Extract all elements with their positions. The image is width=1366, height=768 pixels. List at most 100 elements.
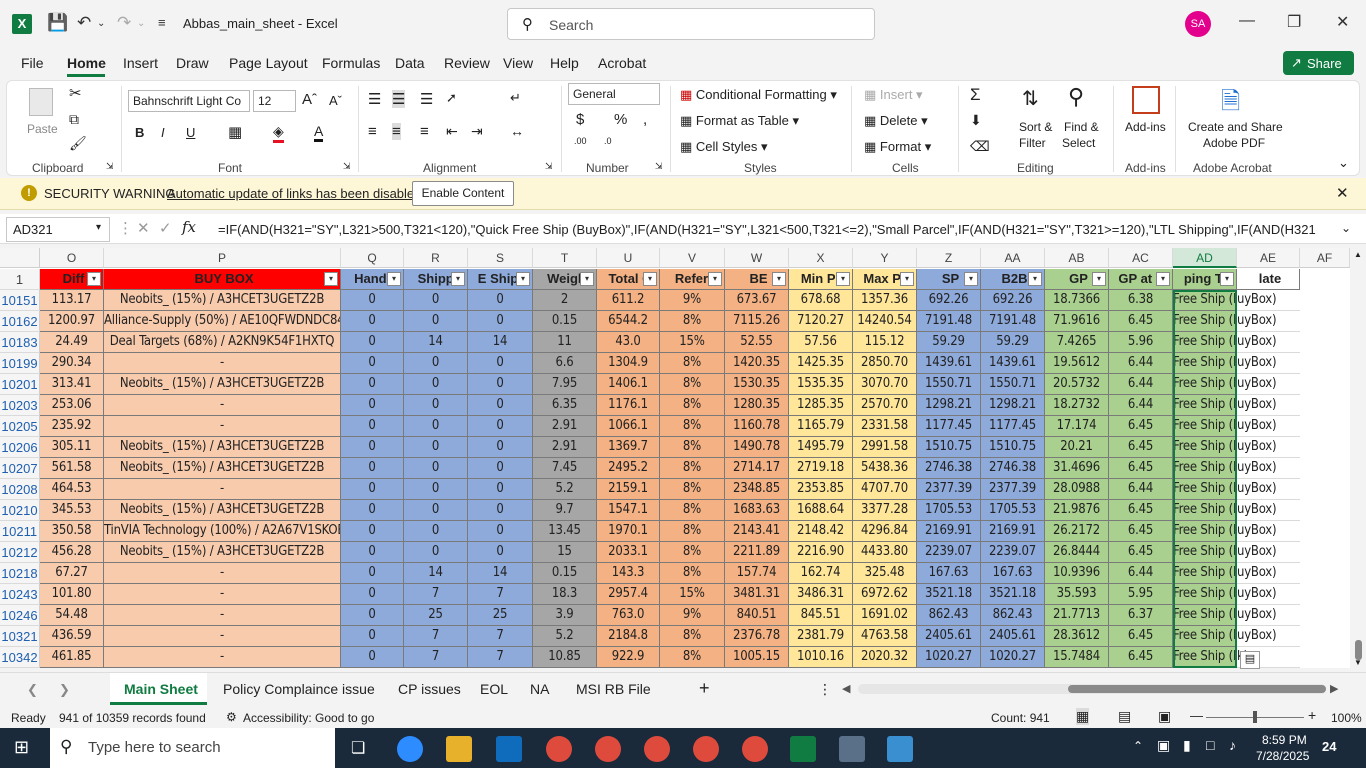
table-cell[interactable]: 0 (404, 374, 468, 395)
table-cell[interactable]: 28.3612 (1045, 626, 1109, 647)
fill-icon[interactable]: ⬇ (970, 112, 982, 129)
column-header-x[interactable]: X (789, 248, 853, 268)
share-button[interactable]: ↗ Share (1283, 51, 1354, 75)
table-cell[interactable]: 14 (468, 563, 533, 584)
table-cell[interactable]: 157.74 (725, 563, 789, 584)
table-cell[interactable]: 15% (660, 584, 725, 605)
table-cell[interactable]: 2143.41 (725, 521, 789, 542)
table-cell[interactable]: 1550.71 (981, 374, 1045, 395)
table-cell[interactable]: 840.51 (725, 605, 789, 626)
table-cell[interactable]: 0 (468, 458, 533, 479)
sheet-tab-main-sheet[interactable]: Main Sheet (124, 681, 198, 697)
table-cell[interactable]: 59.29 (981, 332, 1045, 353)
sheet-tab-na[interactable]: NA (530, 681, 549, 697)
hscroll-right-icon[interactable]: ▶ (1330, 682, 1338, 695)
formula-input[interactable]: =IF(AND(H321="SY",L321>500,T321<120),"Qu… (218, 222, 1330, 237)
table-cell[interactable]: 1066.1 (597, 416, 660, 437)
table-cell[interactable]: Free Ship (B (1173, 542, 1237, 563)
table-cell[interactable]: 0 (404, 437, 468, 458)
table-cell[interactable]: 0 (341, 563, 404, 584)
table-cell[interactable]: 18.7366 (1045, 290, 1109, 311)
scroll-up-icon[interactable]: ▲ (1354, 250, 1362, 259)
table-cell[interactable]: 2381.79 (789, 626, 853, 647)
table-cell[interactable]: 2376.78 (725, 626, 789, 647)
table-cell[interactable]: 6.44 (1109, 395, 1173, 416)
table-cell[interactable]: 325.48 (853, 563, 917, 584)
prev-sheet-icon[interactable]: ❮ (27, 682, 38, 698)
tab-insert[interactable]: Insert (123, 55, 158, 71)
clear-icon[interactable]: ⌫ (970, 138, 990, 155)
column-header-s[interactable]: S (468, 248, 533, 268)
save-icon[interactable]: 💾 (47, 13, 68, 33)
table-cell[interactable]: 0 (468, 311, 533, 332)
table-cell[interactable]: uyBox) (1237, 584, 1300, 605)
table-cell[interactable]: 5.96 (1109, 332, 1173, 353)
tab-review[interactable]: Review (444, 55, 490, 71)
collapse-ribbon-icon[interactable]: ⌄ (1338, 155, 1349, 171)
table-cell[interactable]: 6.37 (1109, 605, 1173, 626)
table-cell[interactable]: Free Ship (B (1173, 500, 1237, 521)
table-cell[interactable]: 15 (533, 542, 597, 563)
chrome-icon-3[interactable] (644, 736, 670, 762)
table-cell[interactable]: 1304.9 (597, 353, 660, 374)
insert-function-icon[interactable]: fx (182, 218, 196, 236)
chrome-icon-4[interactable] (693, 736, 719, 762)
tab-page-layout[interactable]: Page Layout (229, 55, 308, 71)
table-cell[interactable]: 461.85 (40, 647, 104, 668)
table-cell[interactable]: 1535.35 (789, 374, 853, 395)
row-header[interactable]: 10207 (0, 458, 40, 479)
table-cell[interactable]: 0 (404, 353, 468, 374)
align-center-icon[interactable]: ≡ (392, 123, 401, 140)
table-cell[interactable]: 0 (341, 374, 404, 395)
chrome-icon-5[interactable] (742, 736, 768, 762)
table-cell[interactable]: 20.5732 (1045, 374, 1109, 395)
table-cell[interactable]: uyBox) (1237, 542, 1300, 563)
table-cell[interactable]: 862.43 (981, 605, 1045, 626)
create-pdf-label-1[interactable]: Create and Share (1188, 120, 1283, 134)
table-cell[interactable]: 7 (404, 584, 468, 605)
table-cell[interactable]: 1020.27 (981, 647, 1045, 668)
tab-draw[interactable]: Draw (176, 55, 209, 71)
table-cell[interactable]: 2850.70 (853, 353, 917, 374)
table-cell[interactable]: 290.34 (40, 353, 104, 374)
table-cell[interactable]: 2239.07 (981, 542, 1045, 563)
row-header[interactable]: 10206 (0, 437, 40, 458)
table-cell[interactable]: 18.2732 (1045, 395, 1109, 416)
borders-icon[interactable]: ▦ (228, 123, 242, 141)
column-header-ad[interactable]: AD (1173, 248, 1237, 268)
table-cell[interactable]: - (104, 647, 341, 668)
app-icon[interactable] (887, 736, 913, 762)
filter-dropdown-icon[interactable]: ▾ (836, 272, 850, 286)
table-cell[interactable]: 59.29 (917, 332, 981, 353)
table-cell[interactable]: 0 (404, 416, 468, 437)
zoom-out-icon[interactable]: — (1190, 708, 1203, 723)
table-cell[interactable]: 6544.2 (597, 311, 660, 332)
scroll-down-icon[interactable]: ▼ (1354, 658, 1362, 667)
find-select-icon[interactable]: ⚲ (1068, 84, 1084, 110)
normal-view-icon[interactable]: ▦ (1076, 708, 1090, 725)
table-cell[interactable]: 8% (660, 500, 725, 521)
table-cell[interactable]: 1406.1 (597, 374, 660, 395)
table-cell[interactable]: uyBox) (1237, 416, 1300, 437)
table-cell[interactable]: 26.2172 (1045, 521, 1109, 542)
add-sheet-icon[interactable]: + (699, 678, 710, 699)
font-name-combo[interactable]: Bahnschrift Light Co (128, 90, 250, 112)
merge-center-icon[interactable]: ↔ (510, 123, 524, 139)
table-cell[interactable]: 2184.8 (597, 626, 660, 647)
column-header-q[interactable]: Q (341, 248, 404, 268)
column-header-r[interactable]: R (404, 248, 468, 268)
table-cell[interactable]: Free Ship (B (1173, 416, 1237, 437)
table-cell[interactable]: 8% (660, 542, 725, 563)
column-header-y[interactable]: Y (853, 248, 917, 268)
fill-color-icon[interactable]: ◈ (273, 123, 284, 143)
increase-indent-icon[interactable]: ⇥ (471, 123, 483, 140)
table-cell[interactable]: 101.80 (40, 584, 104, 605)
table-cell[interactable]: 25 (468, 605, 533, 626)
table-cell[interactable]: 8% (660, 626, 725, 647)
table-cell[interactable]: 1439.61 (917, 353, 981, 374)
row-header[interactable]: 10321 (0, 626, 40, 647)
next-sheet-icon[interactable]: ❯ (59, 682, 70, 698)
insert-cells-button[interactable]: ▦ Insert ▾ (864, 87, 923, 103)
table-cell[interactable]: 0 (468, 416, 533, 437)
taskbar-search[interactable]: ⚲ Type here to search (50, 728, 335, 768)
